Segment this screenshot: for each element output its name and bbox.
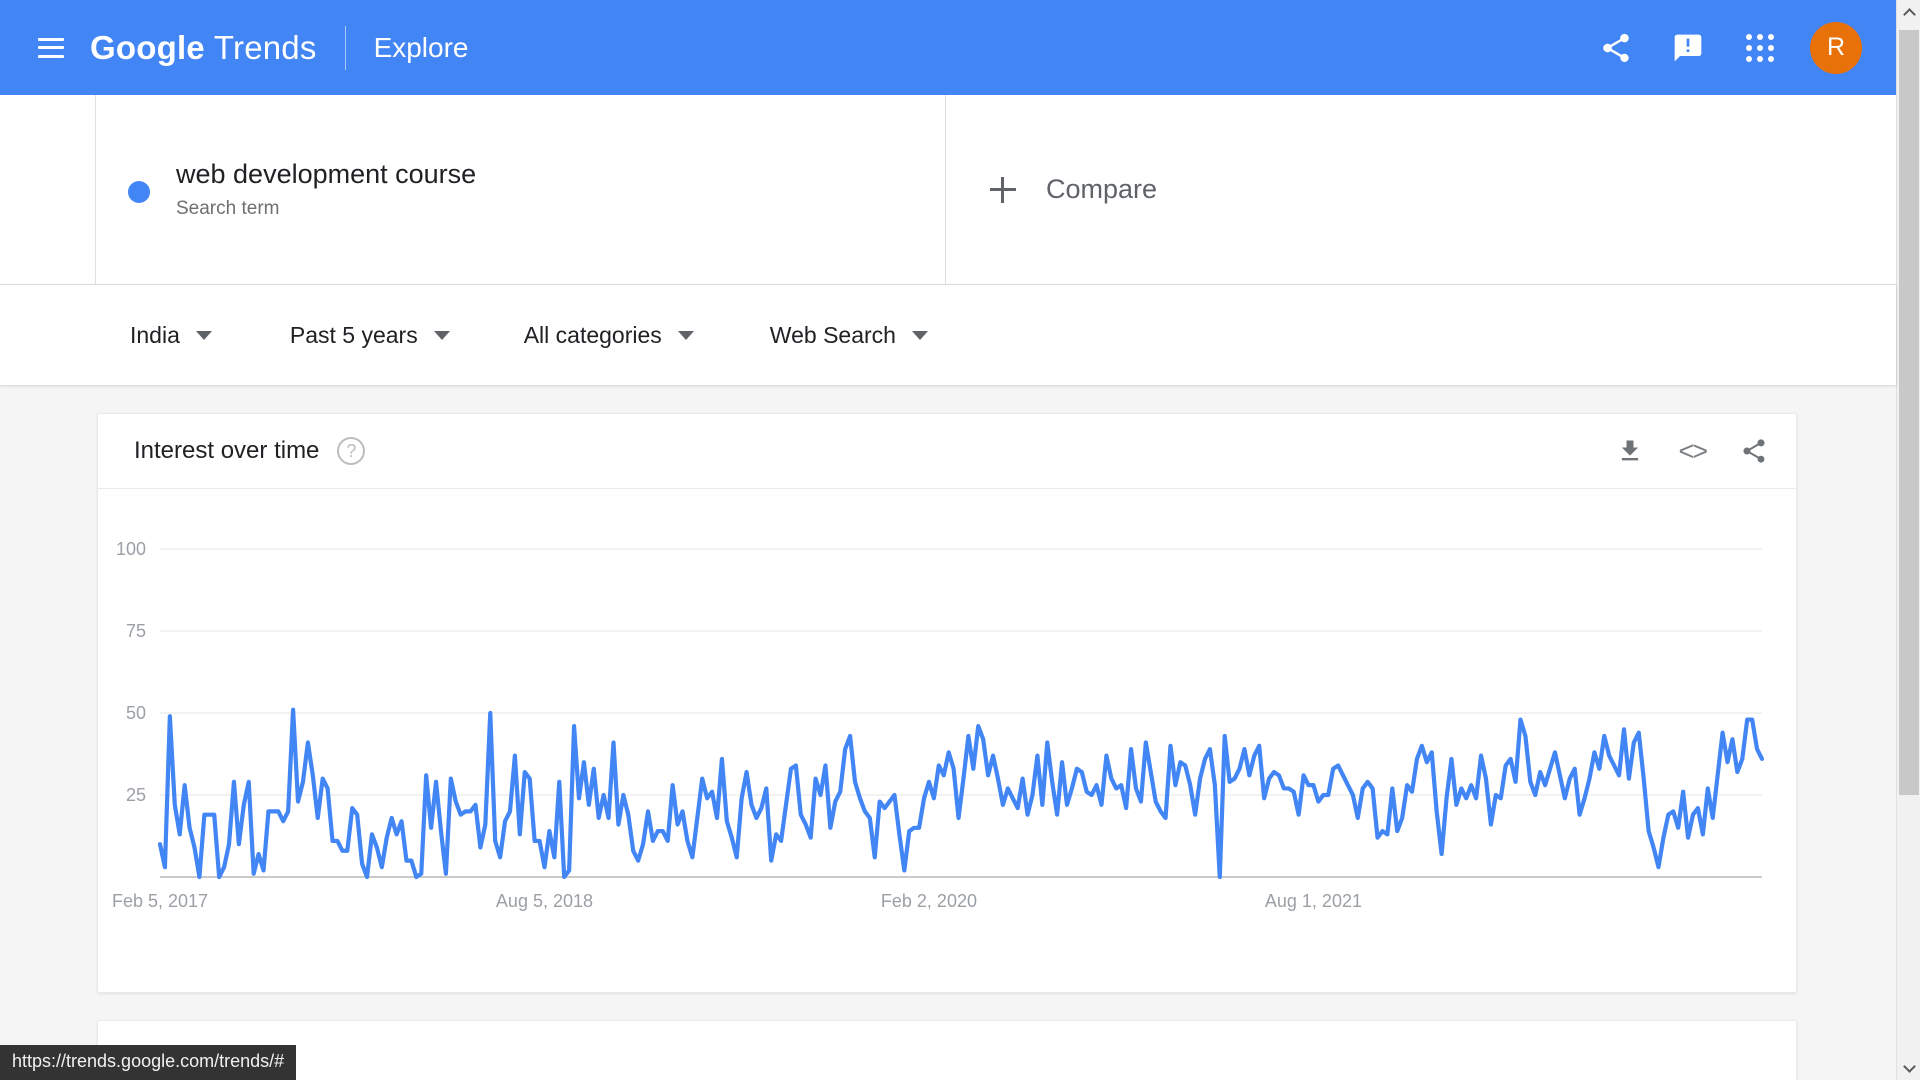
compare-label: Compare bbox=[1046, 174, 1158, 204]
app-header: Google Trends Explore R bbox=[0, 0, 1896, 95]
search-term-type: Search term bbox=[176, 198, 280, 220]
search-term-name: web development course bbox=[176, 158, 477, 189]
brand-google-text: Google bbox=[90, 28, 205, 66]
y-axis-tick-label: 75 bbox=[126, 621, 146, 641]
search-term-text: web development course Search term bbox=[176, 159, 476, 220]
google-trends-page: Google Trends Explore R web development … bbox=[0, 0, 1920, 1080]
interest-over-time-chart[interactable]: 25 50 75 100 Feb 5, 2017 Aug 5, 2018 Feb 2, 20… bbox=[98, 489, 1796, 993]
filter-time[interactable]: Past 5 years bbox=[290, 285, 450, 385]
card-tools: <> bbox=[1616, 436, 1768, 467]
header-actions: R bbox=[1580, 12, 1868, 84]
filter-bar: India Past 5 years All categories Web Se… bbox=[0, 285, 1896, 385]
embed-code-icon[interactable]: <> bbox=[1678, 436, 1708, 467]
card-header: Interest over time ? <> bbox=[98, 414, 1796, 489]
vertical-scrollbar[interactable] bbox=[1896, 0, 1920, 1080]
x-axis-tick-label: Aug 5, 2018 bbox=[496, 891, 593, 911]
status-bar-url: https://trends.google.com/trends/# bbox=[0, 1045, 297, 1080]
avatar[interactable]: R bbox=[1810, 21, 1862, 74]
filter-category[interactable]: All categories bbox=[524, 285, 694, 385]
x-axis-tick-label: Feb 5, 2017 bbox=[112, 891, 208, 911]
chevron-down-icon bbox=[195, 330, 212, 340]
y-axis-tick-label: 50 bbox=[126, 703, 146, 723]
x-axis-tick-label: Feb 2, 2020 bbox=[881, 891, 977, 911]
chevron-down-icon bbox=[677, 330, 694, 340]
chevron-down-icon bbox=[911, 330, 928, 340]
filter-time-label: Past 5 years bbox=[289, 321, 418, 348]
term-left-gutter bbox=[0, 95, 96, 284]
next-card-row bbox=[98, 1021, 1796, 1080]
apps-grid-dots bbox=[1746, 33, 1774, 62]
card-title: Interest over time bbox=[134, 437, 320, 464]
chevron-down-icon[interactable] bbox=[1897, 1056, 1920, 1080]
help-question-icon[interactable]: ? bbox=[337, 437, 366, 465]
feedback-icon[interactable] bbox=[1652, 12, 1724, 84]
explore-title: Explore bbox=[373, 31, 469, 63]
scrollbar-thumb[interactable] bbox=[1899, 30, 1919, 795]
y-axis-tick-label: 25 bbox=[126, 785, 146, 805]
search-terms-row: web development course Search term Compa… bbox=[0, 95, 1896, 285]
plus-icon bbox=[990, 176, 1016, 203]
share-icon[interactable] bbox=[1740, 437, 1768, 465]
filter-category-label: All categories bbox=[523, 321, 662, 348]
content-surface: Interest over time ? <> 25 50 75 100 Feb… bbox=[0, 385, 1896, 1080]
share-icon[interactable] bbox=[1580, 12, 1652, 84]
compare-button[interactable]: Compare bbox=[946, 95, 1896, 284]
chevron-up-icon[interactable] bbox=[1897, 0, 1920, 24]
brand-trends-text: Trends bbox=[213, 28, 317, 66]
chevron-down-icon bbox=[433, 330, 450, 340]
brand-logo[interactable]: Google Trends bbox=[90, 29, 317, 67]
series-color-dot bbox=[128, 180, 150, 203]
filter-geo[interactable]: India bbox=[130, 285, 212, 385]
x-axis-tick-label: Aug 1, 2021 bbox=[1265, 891, 1362, 911]
apps-grid-icon[interactable] bbox=[1724, 12, 1796, 84]
y-axis-tick-label: 100 bbox=[116, 539, 146, 559]
search-term-card[interactable]: web development course Search term bbox=[96, 95, 946, 284]
next-card-partial bbox=[97, 1020, 1797, 1080]
hamburger-menu-icon[interactable] bbox=[38, 37, 64, 58]
filter-property[interactable]: Web Search bbox=[770, 285, 928, 385]
chart-svg: 25 50 75 100 Feb 5, 2017 Aug 5, 2018 Feb 2, 20… bbox=[112, 539, 1765, 911]
filter-property-label: Web Search bbox=[769, 321, 896, 348]
filter-geo-label: India bbox=[130, 321, 180, 348]
download-icon[interactable] bbox=[1616, 437, 1644, 465]
header-divider bbox=[344, 25, 346, 70]
chart-line-series bbox=[157, 707, 1765, 880]
interest-over-time-card: Interest over time ? <> 25 50 75 100 Feb… bbox=[97, 413, 1797, 993]
